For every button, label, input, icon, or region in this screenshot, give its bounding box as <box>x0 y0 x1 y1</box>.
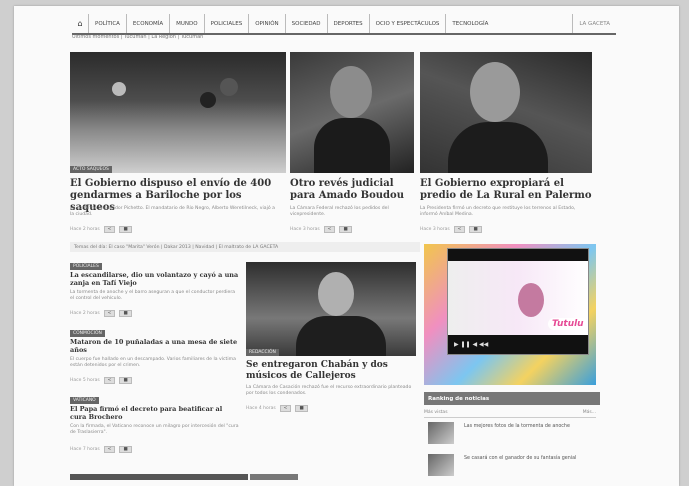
story-image-la-rural[interactable] <box>420 52 592 173</box>
ranking-title[interactable]: Se casará con el ganador de su fantasía … <box>464 456 584 463</box>
tutulu-logo: Tutulu <box>548 318 588 330</box>
nav-mundo[interactable]: MUNDO <box>169 14 203 33</box>
headline-chaban[interactable]: Se entregaron Chabán y dos músicos de Ca… <box>246 360 416 381</box>
story-tag: CONMOCIÓN <box>70 330 105 337</box>
nav-policiales[interactable]: POLICIALES <box>203 14 249 33</box>
meta-la-rural: Hace 3 horas < ■ <box>420 226 482 233</box>
meta-bariloche: Hace 2 horas < ■ <box>70 226 132 233</box>
video-player[interactable]: ▶ ❚❚ ◀ ◀◀ <box>447 248 589 355</box>
deck-brochero: Con la firmada, el Vaticano reconoce un … <box>70 424 239 436</box>
share-icon[interactable]: < <box>453 226 466 233</box>
headline-punaladas[interactable]: Mataron de 10 puñaladas a una mesa de si… <box>70 338 240 354</box>
comment-icon[interactable]: ■ <box>119 446 132 453</box>
share-icon[interactable]: < <box>103 226 116 233</box>
nav-economia[interactable]: ECONOMÍA <box>125 14 169 33</box>
comment-icon[interactable]: ■ <box>469 226 482 233</box>
comment-icon[interactable]: ■ <box>119 226 132 233</box>
deck-punaladas: El cuerpo fue hallado en un descampado. … <box>70 357 236 369</box>
ranking-title[interactable]: Las mejores fotos de la tormenta de anoc… <box>464 424 584 431</box>
story-tag: ACTO SAQUEOS <box>70 166 112 173</box>
nav-opinion[interactable]: OPINIÓN <box>248 14 284 33</box>
headline-tafi-viejo[interactable]: La escandilarse, dio un volantazo y cayó… <box>70 271 240 287</box>
topics-strip[interactable]: Temas del día: El caso "Marita" Verón | … <box>70 242 420 252</box>
comment-icon[interactable]: ■ <box>119 310 132 317</box>
ranking-item[interactable]: Las mejores fotos de la tormenta de anoc… <box>424 420 596 450</box>
story-image-bariloche[interactable]: ACTO SAQUEOS <box>70 52 286 173</box>
main-navigation: ⌂ POLÍTICA ECONOMÍA MUNDO POLICIALES OPI… <box>72 14 616 35</box>
story-tag: REDACCIÓN <box>246 349 279 356</box>
ranking-tabs: Más vistas Más... <box>424 408 596 418</box>
timestamp: Hace 3 horas <box>420 227 450 232</box>
deck-bariloche: Lo confirmó el senador Pichetto. El mand… <box>70 206 275 218</box>
deck-boudou: La Cámara Federal rechazó los pedidos de… <box>290 206 389 218</box>
meta-chaban: Hace 4 horas < ■ <box>246 405 308 412</box>
deck-chaban: La Cámara de Casación rechazó fue el rec… <box>246 385 412 397</box>
video-thumbnail-girl <box>518 283 544 317</box>
tab-more[interactable]: Más... <box>583 410 596 415</box>
nav-deportes[interactable]: DEPORTES <box>326 14 369 33</box>
share-icon[interactable]: < <box>323 226 336 233</box>
deck-la-rural: La Presidenta firmó un decreto que resti… <box>420 206 576 218</box>
timestamp: Hace 4 horas <box>246 406 276 411</box>
story-image-chaban[interactable]: REDACCIÓN <box>246 262 416 356</box>
share-icon[interactable]: < <box>279 405 292 412</box>
timestamp: Hace 2 horas <box>70 311 100 316</box>
comment-icon[interactable]: ■ <box>295 405 308 412</box>
timestamp: Hace 2 horas <box>70 227 100 232</box>
meta-punaladas: Hace 5 horas < ■ <box>70 377 132 384</box>
nav-sociedad[interactable]: SOCIEDAD <box>284 14 327 33</box>
ranking-header: Ranking de noticias <box>424 392 600 405</box>
bottom-image-strip <box>250 474 298 480</box>
bottom-image-strip <box>70 474 248 480</box>
timestamp: Hace 7 horas <box>70 447 100 452</box>
comment-icon[interactable]: ■ <box>119 377 132 384</box>
nav-tecnologia[interactable]: TECNOLOGÍA <box>445 14 494 33</box>
share-icon[interactable]: < <box>103 446 116 453</box>
home-icon[interactable]: ⌂ <box>72 14 88 33</box>
timestamp: Hace 3 horas <box>290 227 320 232</box>
share-icon[interactable]: < <box>103 377 116 384</box>
headline-la-rural[interactable]: El Gobierno expropiará el predio de La R… <box>420 178 592 202</box>
deck-tafi-viejo: La tormenta de anoche y el barro asegura… <box>70 290 236 302</box>
timestamp: Hace 5 horas <box>70 378 100 383</box>
story-tag: POLICIALES <box>70 263 102 270</box>
ranking-thumbnail <box>428 454 454 476</box>
story-image-boudou[interactable] <box>290 52 414 173</box>
meta-boudou: Hace 3 horas < ■ <box>290 226 352 233</box>
nav-politica[interactable]: POLÍTICA <box>88 14 126 33</box>
sub-navigation[interactable]: Últimos momentos | Tucumán | La Región |… <box>72 34 616 40</box>
comment-icon[interactable]: ■ <box>339 226 352 233</box>
ranking-thumbnail <box>428 422 454 444</box>
ranking-item[interactable]: Se casará con el ganador de su fantasía … <box>424 452 596 482</box>
story-tag: VATICANO <box>70 397 99 404</box>
headline-boudou[interactable]: Otro revés judicial para Amado Boudou <box>290 178 414 202</box>
share-icon[interactable]: < <box>103 310 116 317</box>
tab-mas-vistas[interactable]: Más vistas <box>424 410 448 415</box>
meta-brochero: Hace 7 horas < ■ <box>70 446 132 453</box>
nav-la-gaceta[interactable]: LA GACETA <box>572 14 616 33</box>
meta-tafi-viejo: Hace 2 horas < ■ <box>70 310 132 317</box>
headline-brochero[interactable]: El Papa firmó el decreto para beatificar… <box>70 405 240 421</box>
player-controls[interactable]: ▶ ❚❚ ◀ ◀◀ <box>448 338 594 350</box>
nav-ocio[interactable]: OCIO Y ESPECTÁCULOS <box>368 14 446 33</box>
